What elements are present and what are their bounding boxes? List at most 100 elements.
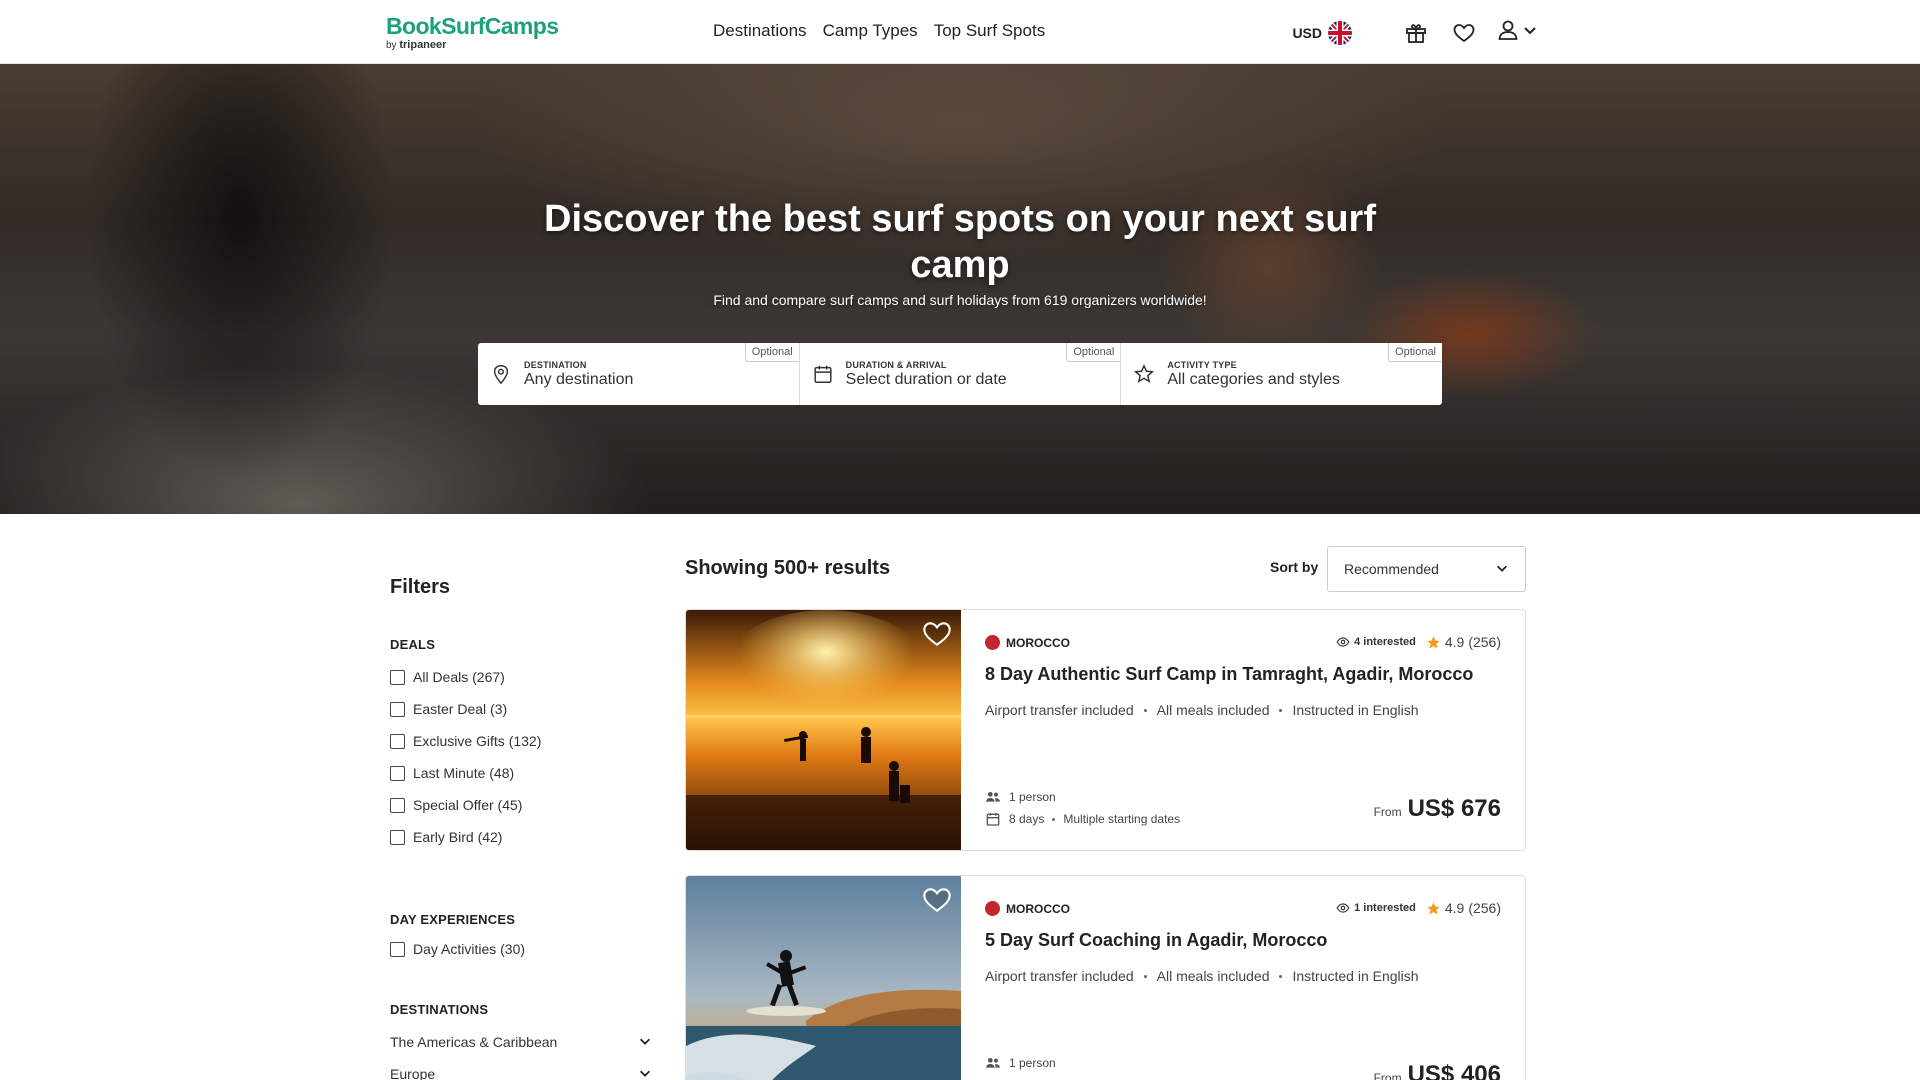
country-tag: MOROCCO — [985, 635, 1070, 650]
eye-icon — [1336, 903, 1350, 913]
checkbox[interactable] — [390, 941, 405, 957]
card-body: MOROCCO 1 interested 4.9 (256) 5 Day Sur… — [985, 876, 1501, 1080]
search-bar: DESTINATION Any destination Optional DUR… — [478, 343, 1443, 405]
rating[interactable]: 4.9 (256) — [1426, 900, 1501, 916]
card-features: Airport transfer included All meals incl… — [985, 968, 1419, 984]
star-icon — [1427, 901, 1440, 914]
checkbox[interactable] — [390, 669, 405, 685]
guests-info: 1 person — [985, 789, 1056, 805]
checkbox[interactable] — [390, 701, 405, 717]
price: From US$ 676 — [1373, 795, 1501, 822]
filter-option[interactable]: Exclusive Gifts (132) — [390, 725, 541, 757]
sort-label: Sort by — [1270, 559, 1319, 575]
star-icon — [1427, 635, 1440, 648]
main-nav: Destinations Camp Types Top Surf Spots — [713, 20, 1045, 42]
country-tag: MOROCCO — [985, 901, 1070, 916]
currency-selector[interactable]: USD — [1292, 20, 1352, 45]
destination-region-row[interactable]: Europe — [390, 1058, 652, 1080]
nav-top-surf-spots[interactable]: Top Surf Spots — [934, 20, 1046, 42]
filter-option[interactable]: Special Offer (45) — [390, 789, 541, 821]
destination-region-row[interactable]: The Americas & Caribbean — [390, 1026, 652, 1058]
site-header: BookSurfCamps by tripaneer Destinations … — [0, 0, 1920, 64]
day-experiences-heading: DAY EXPERIENCES — [390, 912, 516, 927]
card-image-surfer-wave[interactable] — [686, 876, 961, 1080]
chevron-down-icon — [638, 1066, 652, 1080]
card-title[interactable]: 8 Day Authentic Surf Camp in Tamraght, A… — [985, 664, 1473, 685]
card-features: Airport transfer included All meals incl… — [985, 702, 1419, 718]
optional-tag: Optional — [1388, 343, 1443, 362]
filter-option[interactable]: Early Bird (42) — [390, 821, 541, 853]
hero-subtitle: Find and compare surf camps and surf hol… — [713, 292, 1207, 308]
rating[interactable]: 4.9 (256) — [1426, 634, 1501, 650]
day-experiences-section: DAY EXPERIENCES Day Activities (30) — [390, 912, 525, 965]
chevron-down-icon — [1522, 22, 1538, 43]
destination-value: Any destination — [524, 370, 634, 388]
logo[interactable]: BookSurfCamps by tripaneer — [386, 13, 559, 52]
logo-text: BookSurfCamps — [386, 13, 559, 39]
result-card[interactable]: MOROCCO 1 interested 4.9 (256) 5 Day Sur… — [685, 875, 1526, 1080]
wishlist-heart-icon[interactable] — [1450, 19, 1478, 47]
calendar-icon — [812, 363, 834, 385]
interest-count: 4 interested — [1336, 635, 1416, 649]
duration-value: Select duration or date — [845, 370, 1007, 388]
morocco-flag-icon — [985, 901, 1000, 916]
nav-destinations[interactable]: Destinations — [713, 20, 807, 42]
checkbox[interactable] — [390, 765, 405, 781]
hero-banner: Discover the best surf spots on your nex… — [0, 64, 1920, 514]
people-icon — [986, 792, 1000, 802]
duration-field[interactable]: DURATION & ARRIVAL Select duration or da… — [800, 343, 1122, 405]
eye-icon — [1336, 637, 1350, 647]
filters-panel: Filters DEALS All Deals (267) Easter Dea… — [390, 576, 652, 1080]
price: From US$ 406 — [1373, 1061, 1501, 1080]
nav-camp-types[interactable]: Camp Types — [823, 20, 918, 42]
results-count: Showing 500+ results — [685, 557, 891, 579]
interest-count: 1 interested — [1336, 901, 1416, 915]
destinations-heading: DESTINATIONS — [390, 1002, 489, 1017]
activity-type-label: ACTIVITY TYPE — [1167, 359, 1237, 370]
chevron-down-icon — [638, 1034, 652, 1051]
sort-value: Recommended — [1344, 561, 1439, 577]
optional-tag: Optional — [1066, 343, 1121, 362]
deals-heading: DEALS — [390, 637, 436, 652]
filter-option[interactable]: Last Minute (48) — [390, 757, 541, 789]
destinations-section: DESTINATIONS The Americas & Caribbean Eu… — [390, 1002, 652, 1080]
hero-title: Discover the best surf spots on your nex… — [544, 198, 1376, 286]
duration-info: 8 days Multiple starting dates — [985, 811, 1180, 827]
card-title[interactable]: 5 Day Surf Coaching in Agadir, Morocco — [985, 930, 1327, 951]
people-icon — [986, 1058, 1000, 1068]
hero-background-image — [0, 64, 1920, 514]
location-pin-icon — [490, 363, 512, 385]
activity-type-value: All categories and styles — [1167, 370, 1340, 388]
star-outline-icon — [1133, 363, 1155, 385]
user-icon — [1496, 18, 1520, 47]
card-image-sunset-surf[interactable] — [686, 610, 961, 850]
card-meta: 4 interested 4.9 (256) — [1336, 634, 1501, 650]
filter-option[interactable]: All Deals (267) — [390, 661, 541, 693]
activity-type-field[interactable]: ACTIVITY TYPE All categories and styles … — [1121, 343, 1443, 405]
duration-label: DURATION & ARRIVAL — [845, 359, 947, 370]
filter-option[interactable]: Easter Deal (3) — [390, 693, 541, 725]
deals-section: DEALS All Deals (267) Easter Deal (3) Ex… — [390, 637, 541, 853]
account-menu[interactable] — [1496, 18, 1538, 47]
destination-field[interactable]: DESTINATION Any destination Optional — [478, 343, 800, 405]
optional-tag: Optional — [744, 343, 799, 362]
destination-label: DESTINATION — [524, 359, 587, 370]
gift-icon[interactable] — [1402, 19, 1430, 47]
header-actions: USD — [1292, 18, 1538, 47]
filters-title: Filters — [390, 576, 451, 598]
calendar-icon — [986, 813, 1000, 826]
chevron-down-icon — [1495, 561, 1509, 578]
guests-info: 1 person — [985, 1055, 1056, 1071]
checkbox[interactable] — [390, 829, 405, 845]
morocco-flag-icon — [985, 635, 1000, 650]
result-card[interactable]: MOROCCO 4 interested 4.9 (256) 8 Day Aut… — [685, 609, 1526, 851]
logo-subtext: by tripaneer — [386, 39, 447, 51]
sort-select[interactable]: Recommended — [1327, 546, 1526, 592]
currency-label: USD — [1292, 24, 1322, 41]
checkbox[interactable] — [390, 733, 405, 749]
checkbox[interactable] — [390, 797, 405, 813]
save-heart-icon[interactable] — [921, 884, 953, 916]
card-meta: 1 interested 4.9 (256) — [1336, 900, 1501, 916]
filter-option[interactable]: Day Activities (30) — [390, 933, 525, 965]
save-heart-icon[interactable] — [921, 618, 953, 650]
